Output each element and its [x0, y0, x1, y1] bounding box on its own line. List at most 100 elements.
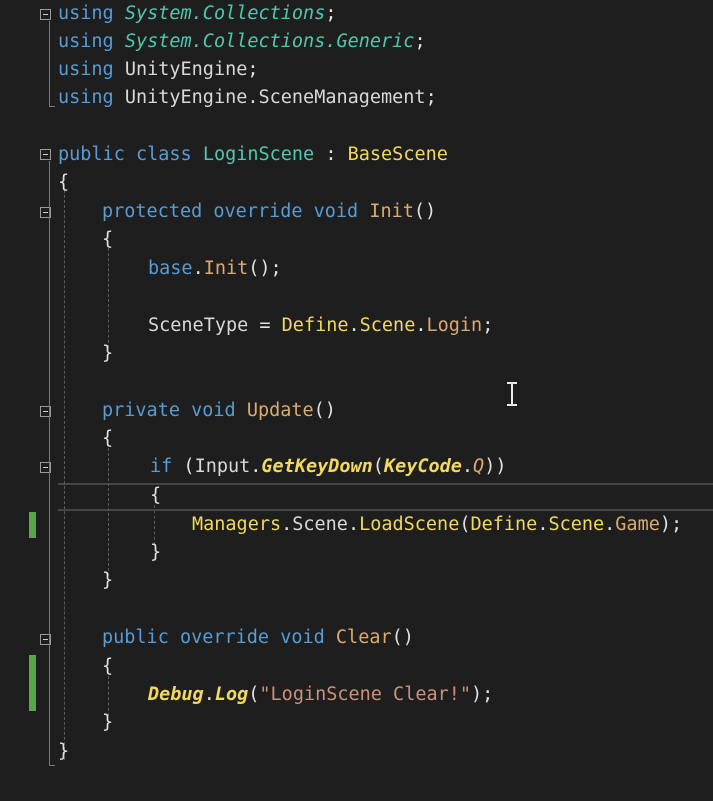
code-token: .	[347, 514, 360, 535]
code-token: }	[102, 712, 114, 733]
code-token: ;	[414, 31, 426, 52]
code-text: public override void Clear()	[102, 624, 414, 652]
code-token: Scene	[292, 514, 348, 535]
code-token: }	[150, 542, 162, 563]
code-token: :	[314, 144, 348, 165]
code-text: {	[102, 653, 113, 681]
code-token: {	[102, 656, 114, 677]
code-token: ;	[482, 315, 494, 336]
code-token: void	[280, 627, 325, 648]
code-line[interactable]: }	[0, 340, 713, 368]
code-token: ()	[391, 627, 414, 648]
code-token: .	[461, 456, 474, 477]
code-line[interactable]: }	[0, 539, 713, 567]
code-token: System.Collections.Generic	[124, 31, 415, 52]
code-token: (	[459, 514, 471, 535]
code-token: .	[537, 514, 549, 535]
code-token: .	[250, 456, 262, 477]
code-token: Q	[473, 456, 485, 477]
code-token: protected	[102, 201, 203, 222]
code-text: Managers.Scene.LoadScene(Define.Scene.Ga…	[192, 511, 682, 539]
code-text: if (Input.GetKeyDown(KeyCode.Q))	[150, 453, 506, 481]
code-line[interactable]: {	[0, 653, 713, 681]
code-token: using	[58, 87, 114, 108]
code-line[interactable]: using System.Collections;	[0, 0, 713, 28]
code-line[interactable]: SceneType = Define.Scene.Login;	[0, 312, 713, 340]
code-token: override	[213, 201, 303, 222]
code-token: Login	[426, 315, 483, 336]
code-text: }	[150, 539, 161, 567]
code-line[interactable]: protected override void Init()	[0, 198, 713, 226]
code-line[interactable]: public override void Clear()	[0, 624, 713, 652]
code-text: }	[58, 738, 69, 766]
code-line[interactable]: if (Input.GetKeyDown(KeyCode.Q))	[0, 453, 713, 481]
code-line[interactable]: Managers.Scene.LoadScene(Define.Scene.Ga…	[0, 511, 713, 539]
code-token: Input	[194, 456, 251, 477]
code-line[interactable]: }	[0, 738, 713, 766]
code-token: ;	[325, 3, 337, 24]
code-token: (	[172, 456, 195, 477]
code-token: ();	[248, 258, 282, 279]
code-token: private	[102, 400, 180, 421]
code-text: public class LoginScene : BaseScene	[58, 141, 448, 169]
code-token: );	[659, 514, 683, 535]
code-token: public	[58, 144, 125, 165]
code-token: KeyCode	[383, 456, 462, 477]
code-line[interactable]: using UnityEngine.SceneManagement;	[0, 84, 713, 112]
code-token: base	[148, 258, 193, 279]
code-token: Define	[281, 315, 349, 336]
code-token: void	[191, 400, 236, 421]
code-token: override	[179, 627, 270, 648]
code-token: Debug	[148, 684, 204, 705]
code-token: .	[348, 315, 360, 336]
code-text: }	[102, 340, 113, 368]
code-token: using	[58, 59, 114, 80]
code-token: Scene	[548, 514, 605, 535]
code-token: (	[248, 684, 260, 705]
code-line[interactable]: base.Init();	[0, 255, 713, 283]
code-token: }	[102, 343, 114, 364]
code-line[interactable]: {	[0, 425, 713, 453]
code-text: using System.Collections.Generic;	[58, 28, 426, 56]
code-line[interactable]: }	[0, 709, 713, 737]
code-token: Log	[214, 684, 249, 705]
code-editor[interactable]: using System.Collections; using System.Co…	[0, 0, 713, 801]
code-token: void	[313, 201, 359, 222]
code-line[interactable]: }	[0, 567, 713, 595]
code-token: LoginScene	[202, 144, 315, 165]
code-token: Clear	[335, 627, 392, 648]
code-line[interactable]: {	[0, 482, 713, 510]
code-line[interactable]: private void Update()	[0, 397, 713, 425]
code-line[interactable]: Debug.Log("LoginScene Clear!");	[0, 681, 713, 709]
code-token: Update	[246, 400, 314, 421]
code-text: Debug.Log("LoginScene Clear!");	[148, 681, 493, 709]
code-token: ()	[413, 201, 437, 222]
code-text: }	[102, 567, 113, 595]
code-line[interactable]: using System.Collections.Generic;	[0, 28, 713, 56]
code-line[interactable]: using UnityEngine;	[0, 56, 713, 84]
code-line[interactable]: {	[0, 226, 713, 254]
code-text: using UnityEngine;	[58, 56, 259, 84]
code-token: using	[58, 31, 114, 52]
code-text: using UnityEngine.SceneManagement;	[58, 84, 437, 112]
code-line[interactable]: {	[0, 169, 713, 197]
code-token: LoadScene	[359, 514, 460, 535]
code-line[interactable]: public class LoginScene : BaseScene	[0, 141, 713, 169]
code-token: "LoginScene Clear!"	[259, 684, 472, 705]
code-token: public	[102, 627, 169, 648]
code-token: }	[102, 570, 114, 591]
code-token: GetKeyDown	[261, 456, 373, 477]
code-text: using System.Collections;	[58, 0, 336, 28]
code-token: class	[135, 144, 192, 165]
